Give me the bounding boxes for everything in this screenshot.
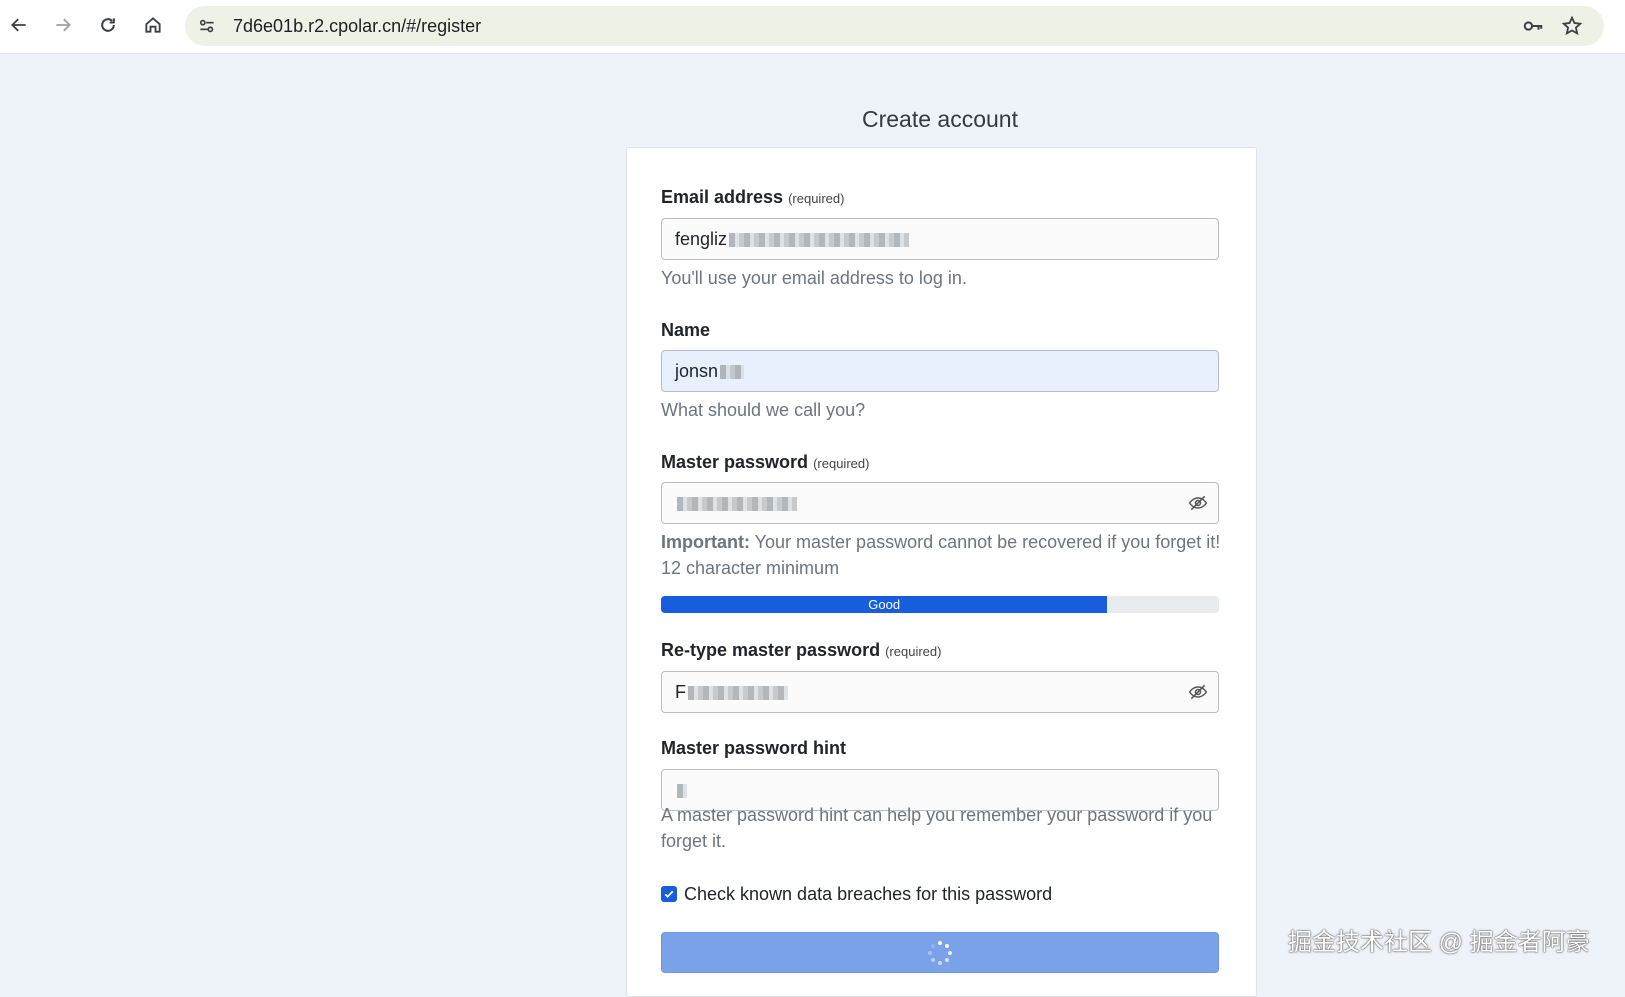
bookmark-star-icon[interactable] — [1561, 15, 1583, 37]
password-strength-fill: Good — [661, 596, 1108, 613]
email-label: Email address (required) — [661, 187, 844, 208]
master-password-help-important: Important: — [661, 532, 750, 552]
hint-label-text: Master password hint — [661, 738, 847, 758]
master-password-required-note: (required) — [813, 456, 870, 471]
master-password-label: Master password (required) — [661, 452, 869, 473]
email-value: fengliz — [675, 229, 728, 249]
url-text[interactable]: 7d6e01b.r2.cpolar.cn/#/register — [233, 6, 481, 46]
retype-password-label: Re-type master password (required) — [661, 640, 941, 661]
reload-icon — [101, 18, 115, 32]
breach-check-row[interactable]: Check known data breaches for this passw… — [661, 882, 1052, 906]
home-button[interactable] — [138, 10, 168, 40]
redacted-name — [720, 365, 745, 380]
email-field[interactable]: fengliz — [661, 218, 1219, 260]
email-label-text: Email address — [661, 187, 784, 207]
toggle-password-visibility-button[interactable] — [1177, 482, 1219, 524]
browser-toolbar: 7d6e01b.r2.cpolar.cn/#/register — [0, 0, 1625, 54]
breach-check-label: Check known data breaches for this passw… — [684, 883, 1053, 904]
retype-password-value: F — [675, 682, 686, 702]
retype-password-label-text: Re-type master password — [661, 640, 881, 660]
password-strength-meter: Good — [661, 596, 1219, 613]
name-label: Name — [661, 320, 710, 341]
loading-spinner-icon — [928, 940, 952, 965]
eye-slash-icon — [1188, 495, 1207, 511]
redacted-hint — [677, 784, 687, 799]
redacted-password — [677, 497, 797, 512]
page-title: Create account — [862, 106, 1018, 132]
master-password-help: Important: Your master password cannot b… — [661, 529, 1221, 581]
watermark-text: 掘金技术社区 @ 掘金者阿豪 — [1288, 929, 1590, 956]
create-account-button[interactable] — [661, 932, 1219, 973]
address-bar[interactable]: 7d6e01b.r2.cpolar.cn/#/register — [185, 6, 1604, 46]
hint-label: Master password hint — [661, 738, 846, 759]
name-label-text: Name — [661, 320, 711, 340]
reload-button[interactable] — [93, 10, 123, 40]
eye-slash-icon — [1188, 684, 1207, 700]
email-help: You'll use your email address to log in. — [661, 268, 967, 288]
name-value: jonsn — [675, 361, 719, 381]
name-field[interactable]: jonsn — [661, 350, 1219, 392]
email-required-note: (required) — [788, 191, 845, 206]
arrow-left-icon — [11, 18, 26, 32]
site-settings-icon[interactable] — [197, 16, 217, 36]
master-password-label-text: Master password — [661, 452, 809, 472]
arrow-right-icon — [56, 18, 71, 32]
breach-check-checkbox[interactable] — [661, 886, 677, 902]
checkmark-icon — [664, 890, 674, 898]
back-button[interactable] — [4, 10, 34, 40]
master-password-field[interactable] — [661, 482, 1179, 524]
hint-help: A master password hint can help you reme… — [661, 805, 1213, 851]
home-icon — [145, 17, 161, 33]
retype-password-field[interactable]: F — [661, 671, 1179, 713]
redacted-retype-password — [688, 686, 788, 701]
retype-password-required-note: (required) — [885, 644, 942, 659]
redacted-email — [729, 233, 910, 248]
name-help: What should we call you? — [661, 400, 866, 420]
toggle-retype-visibility-button[interactable] — [1177, 671, 1219, 713]
key-icon[interactable] — [1521, 15, 1545, 37]
forward-button[interactable] — [48, 10, 78, 40]
